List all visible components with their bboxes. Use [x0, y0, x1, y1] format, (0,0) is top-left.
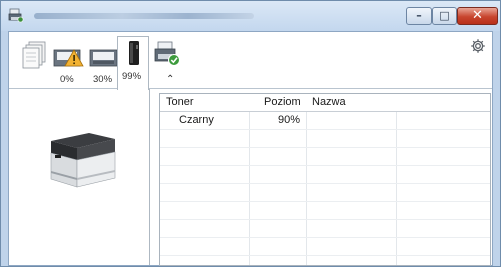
- close-icon: ✕: [472, 8, 483, 23]
- row-divider: [160, 219, 490, 220]
- cell-poziom: 90%: [278, 114, 301, 126]
- documents-icon: [22, 41, 46, 69]
- tab-paper-tray-1[interactable]: 0%: [53, 36, 87, 88]
- tray-1-level: 0%: [60, 74, 74, 85]
- table-header: Toner Poziom Nazwa: [160, 94, 490, 112]
- tray-2-level: 30%: [93, 74, 113, 85]
- collapse-toolbar-icon[interactable]: ⌃: [166, 74, 174, 85]
- client-area: 0% 30% 99% ⌃ Toner Poziom Nazwa Czarny 9…: [8, 31, 493, 266]
- status-toolbar: 0% 30% 99% ⌃: [9, 32, 492, 90]
- printer-image: [50, 133, 116, 188]
- maximize-button[interactable]: □: [432, 7, 457, 25]
- row-divider: [160, 165, 490, 166]
- title-bar[interactable]: – □ ✕: [1, 1, 500, 31]
- row-divider: [160, 201, 490, 202]
- row-divider: [160, 129, 490, 130]
- minimize-icon: –: [416, 9, 422, 22]
- toner-status-table: Toner Poziom Nazwa Czarny 90%: [159, 93, 491, 266]
- row-divider: [160, 183, 490, 184]
- gear-icon[interactable]: [470, 38, 486, 54]
- status-monitor-window: – □ ✕ 0% 30% 99% ⌃ Toner Poziom Nazwa Cz…: [0, 0, 501, 267]
- column-header-poziom[interactable]: Poziom: [264, 96, 301, 108]
- toner-level: 99%: [122, 71, 142, 82]
- tab-paper-tray-2[interactable]: 30%: [87, 36, 121, 88]
- app-printer-icon: [8, 8, 24, 23]
- column-header-toner[interactable]: Toner: [166, 96, 194, 108]
- device-preview-pane: [9, 89, 150, 265]
- table-row[interactable]: Czarny 90%: [160, 113, 490, 129]
- close-button[interactable]: ✕: [457, 7, 498, 25]
- row-divider: [160, 237, 490, 238]
- toner-cartridge-icon: [129, 41, 139, 65]
- row-divider: [160, 147, 490, 148]
- column-header-nazwa[interactable]: Nazwa: [312, 96, 346, 108]
- tab-documents[interactable]: [21, 36, 47, 88]
- paper-tray-warning-icon: [53, 49, 84, 67]
- row-divider: [160, 255, 490, 256]
- tab-toner[interactable]: 99%: [117, 36, 149, 90]
- printer-ready-icon: [154, 41, 180, 66]
- window-title-obscured: [34, 13, 254, 19]
- maximize-icon: □: [439, 9, 450, 22]
- minimize-button[interactable]: –: [406, 7, 432, 25]
- paper-tray-icon: [89, 49, 118, 67]
- tab-printer-status[interactable]: ⌃: [153, 36, 183, 88]
- cell-toner: Czarny: [179, 114, 214, 126]
